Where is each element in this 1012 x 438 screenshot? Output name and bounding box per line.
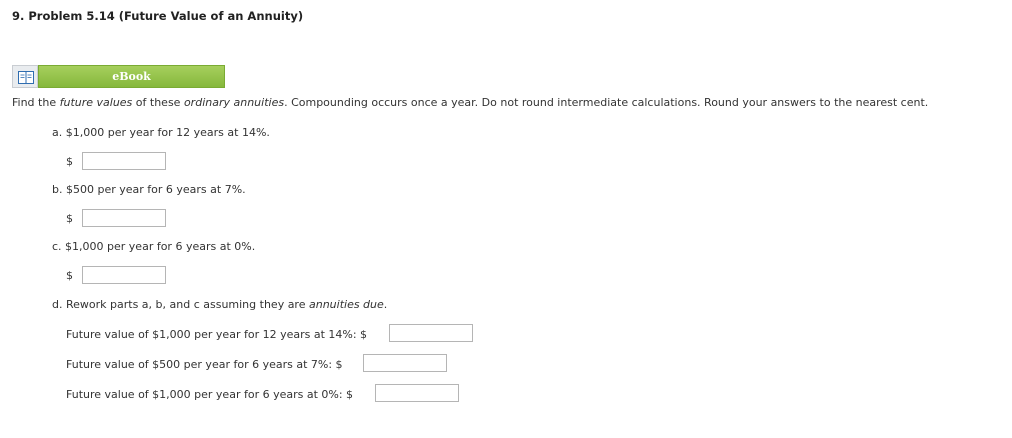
question-c-dollar-sign: $ — [66, 269, 73, 282]
question-c-text: c. $1,000 per year for 6 years at 0%. — [52, 240, 256, 253]
instructions-ordinary-annuities: ordinary annuities — [183, 96, 285, 109]
problem-title: 9. Problem 5.14 (Future Value of an Annu… — [12, 9, 304, 23]
due-a-input[interactable] — [389, 324, 473, 342]
question-d-annuities-due: annuities due — [308, 298, 384, 311]
due-c-input[interactable] — [375, 384, 459, 402]
answer-c-input[interactable] — [82, 266, 166, 284]
question-a-text: a. $1,000 per year for 12 years at 14%. — [52, 126, 270, 139]
due-b-label: Future value of $500 per year for 6 year… — [66, 358, 343, 371]
question-d-text: d. Rework parts a, b, and c assuming the… — [52, 298, 387, 311]
instructions: Find the future values of these ordinary… — [12, 96, 928, 109]
ebook-icon-box[interactable] — [12, 65, 38, 88]
question-d-prefix: d. Rework parts a, b, and c assuming the… — [52, 298, 309, 311]
question-d-suffix: . — [383, 298, 388, 311]
ebook-button[interactable]: eBook — [38, 65, 225, 88]
due-b-input[interactable] — [363, 354, 447, 372]
question-b-text: b. $500 per year for 6 years at 7%. — [52, 183, 246, 196]
instructions-part2: of these — [132, 96, 184, 109]
answer-a-input[interactable] — [82, 152, 166, 170]
answer-b-input[interactable] — [82, 209, 166, 227]
instructions-part1: Find the — [12, 96, 60, 109]
instructions-future-values: future values — [59, 96, 133, 109]
question-a-dollar-sign: $ — [66, 155, 73, 168]
question-b-dollar-sign: $ — [66, 212, 73, 225]
due-a-label: Future value of $1,000 per year for 12 y… — [66, 328, 368, 341]
due-c-label: Future value of $1,000 per year for 6 ye… — [66, 388, 354, 401]
ebook-row: eBook — [12, 65, 225, 88]
instructions-part3: . Compounding occurs once a year. Do not… — [284, 96, 929, 109]
